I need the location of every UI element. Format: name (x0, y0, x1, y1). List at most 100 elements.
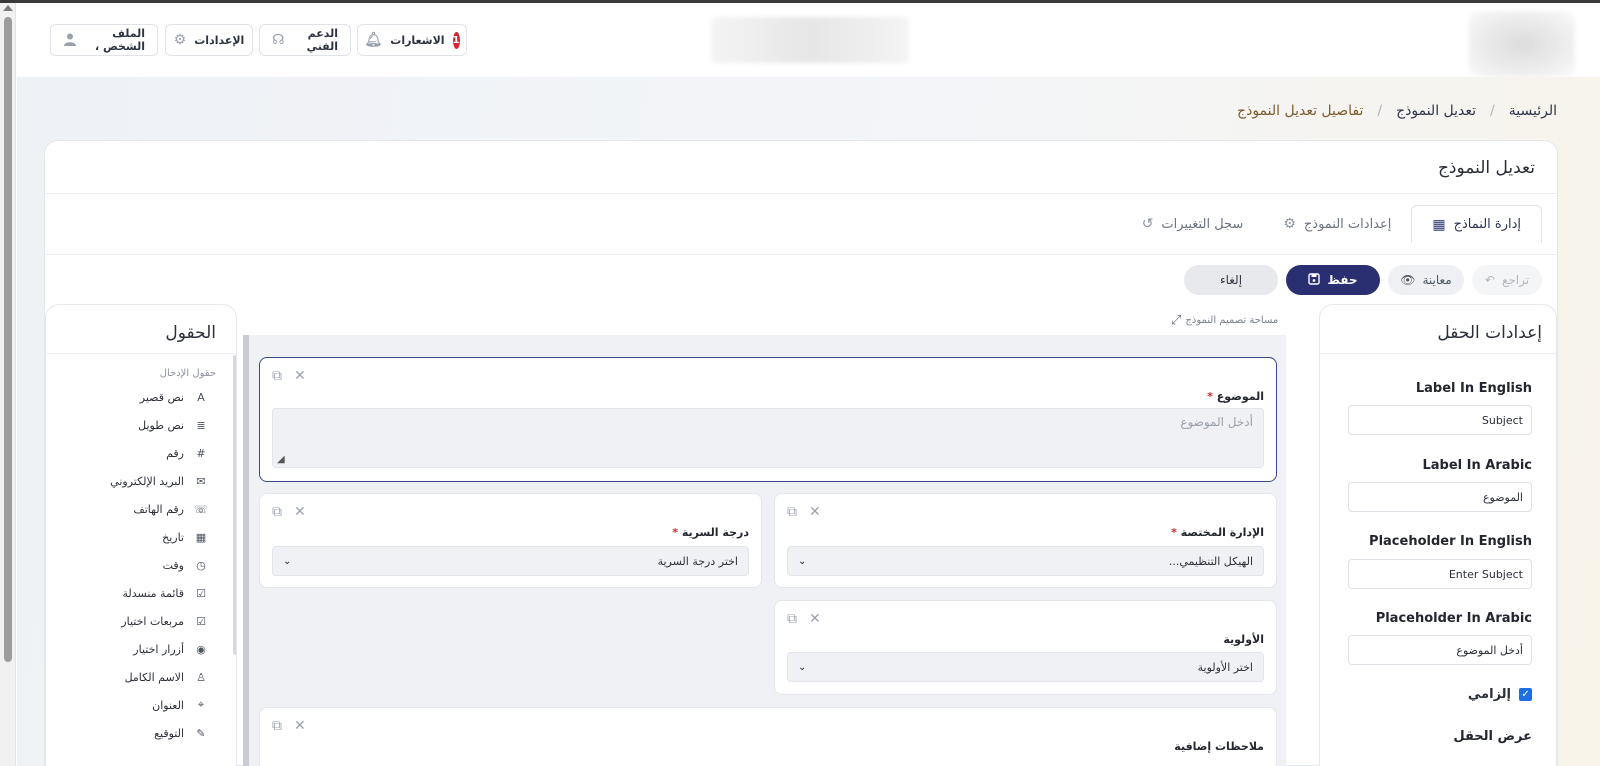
field-card-subject[interactable]: ✕ ⧉ الموضوع * أدخل الموضوع ◢ (259, 357, 1277, 482)
preview-button[interactable]: معاينة 👁︎ (1388, 265, 1464, 295)
field-type-date[interactable]: ▦ تاريخ (51, 523, 236, 551)
close-icon[interactable]: ✕ (294, 368, 306, 384)
field-type-label: تاريخ (162, 530, 184, 544)
settings-label: الإعدادات (194, 33, 245, 47)
field-type-label: وقت (162, 558, 184, 572)
field-label: الموضوع * (1207, 390, 1264, 403)
close-icon[interactable]: ✕ (809, 504, 821, 520)
field-type-label: البريد الإلكتروني (110, 474, 184, 488)
field-settings-panel: إعدادات الحقل Label In English Subject L… (1319, 304, 1557, 766)
required-asterisk: * (672, 526, 678, 539)
required-asterisk: * (1207, 390, 1213, 403)
label-english-label: Label In English (1415, 381, 1532, 396)
design-area-label: مساحة تصميم النموذج ⤢ (1171, 313, 1278, 328)
input-fields-section-label: حقول الإدخال (159, 368, 216, 379)
scrollbar-thumb[interactable] (4, 17, 12, 662)
headset-icon: ☊ (272, 32, 285, 48)
person-icon: ♙ (196, 670, 206, 684)
page-title: تعديل النموذج (1437, 158, 1535, 178)
breadcrumb-edit-form[interactable]: تعديل النموذج (1396, 103, 1476, 119)
tab-label: سجل التغييرات (1161, 216, 1244, 232)
field-card-department[interactable]: ✕ ⧉ الإدارة المختصة * الهيكل التنظيمي...… (774, 493, 1277, 588)
confidentiality-select[interactable]: اختر درجة السرية ⌄ (272, 546, 749, 576)
notes-label: ملاحظات إضافية (1174, 740, 1264, 753)
placeholder-english-input[interactable]: Enter Subject (1348, 559, 1532, 589)
label-arabic-input[interactable]: الموضوع (1348, 482, 1532, 512)
field-card-confidentiality[interactable]: ✕ ⧉ درجة السرية * اختر درجة السرية ⌄ (259, 493, 762, 588)
eye-icon: 👁︎ (1400, 273, 1416, 287)
field-type-full-name[interactable]: ♙ الاسم الكامل (51, 663, 236, 691)
chevron-down-icon: ⌄ (798, 555, 807, 567)
clock-icon: ◷ (196, 558, 206, 572)
field-card-notes[interactable]: ✕ ⧉ ملاحظات إضافية (259, 707, 1277, 766)
profile-button[interactable]: الملف الشخص ، (50, 24, 158, 56)
copy-icon[interactable]: ⧉ (787, 504, 797, 520)
priority-select[interactable]: اختر الأولوية ⌄ (787, 652, 1264, 682)
close-icon[interactable]: ✕ (809, 611, 821, 627)
field-type-address[interactable]: ⌖ العنوان (51, 691, 236, 719)
chevron-down-icon: ⌄ (283, 555, 292, 567)
breadcrumb-home[interactable]: الرئيسية (1509, 103, 1557, 119)
close-icon[interactable]: ✕ (294, 504, 306, 520)
field-actions: ✕ ⧉ (272, 718, 306, 734)
field-type-signature[interactable]: ✎ التوقيع (51, 719, 236, 747)
expand-icon[interactable]: ⤢ (1171, 313, 1181, 328)
undo-label: تراجع (1501, 273, 1530, 287)
save-button[interactable]: حفظ (1286, 265, 1380, 295)
undo-button[interactable]: تراجع ↶ (1472, 265, 1542, 295)
tab-change-log[interactable]: سجل التغييرات ↺ (1122, 205, 1264, 243)
field-card-priority[interactable]: ✕ ⧉ الأولوية اختر الأولوية ⌄ (774, 600, 1277, 695)
hash-icon: # (196, 446, 206, 460)
fields-palette-panel: الحقول حقول الإدخال A نص قصير ≣ نص طويل # ر… (45, 304, 237, 766)
copy-icon[interactable]: ⧉ (272, 368, 282, 384)
resize-handle-icon[interactable]: ◢ (277, 454, 285, 465)
fields-panel-scrollbar[interactable] (233, 355, 236, 655)
placeholder-arabic-input[interactable]: أدخل الموضوع (1348, 635, 1532, 665)
field-type-time[interactable]: ◷ وقت (51, 551, 236, 579)
tab-form-management[interactable]: إدارة النماذج ▦ (1411, 205, 1542, 243)
tab-form-settings[interactable]: إعدادات النموذج ⚙ (1263, 205, 1411, 243)
field-type-short-text[interactable]: A نص قصير (51, 383, 236, 411)
scroll-up-arrow-icon[interactable] (3, 5, 13, 11)
tabs: إدارة النماذج ▦ إعدادات النموذج ⚙ سجل ال… (1122, 205, 1542, 243)
checkbox-icon: ☑ (196, 614, 206, 628)
page-scrollbar[interactable] (0, 3, 16, 766)
radio-icon: ◉ (196, 642, 206, 656)
field-type-label: العنوان (152, 698, 184, 712)
floppy-disk-icon (1308, 272, 1321, 288)
field-type-checkboxes[interactable]: ☑ مربعات اختيار (51, 607, 236, 635)
breadcrumb: الرئيسية / تعديل النموذج / تفاصيل تعديل … (1237, 103, 1557, 119)
field-actions: ✕ ⧉ (272, 368, 306, 384)
settings-button[interactable]: الإعدادات ⚙ (165, 24, 253, 56)
preview-label: معاينة (1422, 273, 1452, 287)
fields-list: A نص قصير ≣ نص طويل # رقم ✉ البريد الإلكترون… (51, 383, 236, 747)
department-select[interactable]: الهيكل التنظيمي... ⌄ (787, 546, 1264, 576)
field-type-email[interactable]: ✉ البريد الإلكتروني (51, 467, 236, 495)
breadcrumb-separator: / (1490, 103, 1495, 119)
undo-icon: ↶ (1484, 273, 1495, 287)
field-type-radio[interactable]: ◉ أزرار اختيار (51, 635, 236, 663)
copy-icon[interactable]: ⧉ (272, 504, 282, 520)
field-type-phone[interactable]: ☏ رقم الهاتف (51, 495, 236, 523)
breadcrumb-current: تفاصيل تعديل النموذج (1237, 103, 1364, 119)
subject-textarea[interactable]: أدخل الموضوع ◢ (272, 408, 1264, 468)
field-type-long-text[interactable]: ≣ نص طويل (51, 411, 236, 439)
field-actions: ✕ ⧉ (787, 504, 821, 520)
cancel-button[interactable]: إلغاء (1184, 265, 1278, 295)
copy-icon[interactable]: ⧉ (272, 718, 282, 734)
priority-label: الأولوية (1223, 633, 1264, 646)
copy-icon[interactable]: ⧉ (787, 611, 797, 627)
close-icon[interactable]: ✕ (294, 718, 306, 734)
form-toolbar: تراجع ↶ معاينة 👁︎ حفظ إلغاء (1184, 265, 1542, 295)
required-checkbox[interactable]: ✓ (1519, 688, 1532, 701)
field-type-number[interactable]: # رقم (51, 439, 236, 467)
envelope-icon: ✉ (196, 474, 206, 488)
map-pin-icon: ⌖ (197, 698, 205, 711)
notifications-button[interactable]: 1 الاشعارات 🔔︎ (357, 24, 467, 56)
label-english-input[interactable]: Subject (1348, 405, 1532, 435)
field-type-dropdown[interactable]: ☑ قائمة منسدلة (51, 579, 236, 607)
required-toggle[interactable]: ✓ إلزامي (1468, 687, 1532, 702)
support-label: الدعم الفني (306, 27, 338, 53)
support-button[interactable]: الدعم الفني ☊ (259, 24, 351, 56)
notifications-label: الاشعارات (390, 33, 445, 47)
